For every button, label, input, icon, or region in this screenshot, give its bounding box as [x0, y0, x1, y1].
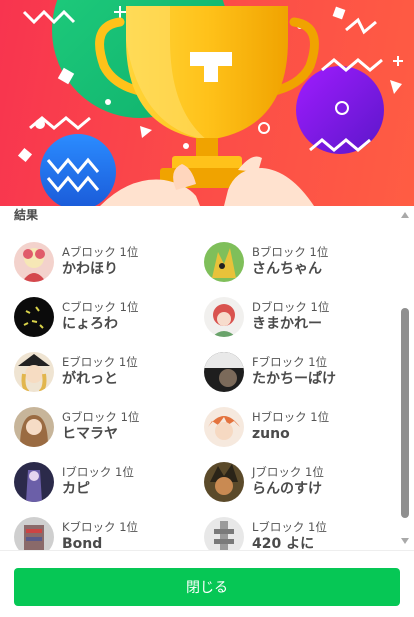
avatar	[14, 351, 54, 392]
trophy-illustration	[17, 0, 403, 206]
results-row: Iブロック 1位 カピ Jブロック 1位 らんのすけ	[14, 454, 394, 509]
results-row: Kブロック 1位 Bond Lブロック 1位 420 よに	[14, 509, 394, 550]
results-scrollbar[interactable]	[400, 206, 410, 550]
avatar	[14, 406, 54, 447]
result-meta: Iブロック 1位 カピ	[62, 465, 134, 499]
player-name: きまかれー	[252, 315, 322, 332]
block-rank: Dブロック 1位	[252, 299, 330, 314]
result-meta: Eブロック 1位 がれっと	[62, 355, 138, 389]
avatar	[204, 296, 244, 337]
block-rank: Bブロック 1位	[252, 244, 329, 259]
close-button[interactable]: 閉じる	[14, 568, 400, 606]
result-card-a[interactable]: Aブロック 1位 かわほり	[14, 234, 204, 289]
results-grid: Aブロック 1位 かわほり Bブロック 1位 さんちゃん Cブロック 1位 にょ…	[14, 234, 394, 550]
result-meta: Gブロック 1位 ヒマラヤ	[62, 410, 139, 444]
block-rank: Eブロック 1位	[62, 354, 138, 369]
player-name: がれっと	[62, 370, 118, 387]
result-card-l[interactable]: Lブロック 1位 420 よに	[204, 509, 394, 550]
block-rank: Lブロック 1位	[252, 519, 327, 534]
dialog-footer: 閉じる	[0, 550, 414, 617]
player-name: らんのすけ	[252, 480, 322, 497]
result-meta: Hブロック 1位 zuno	[252, 410, 329, 444]
block-rank: Gブロック 1位	[62, 409, 140, 424]
player-name: ヒマラヤ	[62, 425, 118, 442]
block-rank: Aブロック 1位	[62, 244, 139, 259]
block-rank: Jブロック 1位	[252, 464, 324, 479]
avatar	[204, 351, 244, 392]
result-card-f[interactable]: Fブロック 1位 たかちーぱけ	[204, 344, 394, 399]
avatar	[204, 516, 244, 550]
block-rank: Kブロック 1位	[62, 519, 139, 534]
result-meta: Dブロック 1位 きまかれー	[252, 300, 329, 334]
player-name: たかちーぱけ	[252, 370, 336, 387]
result-meta: Jブロック 1位 らんのすけ	[252, 465, 324, 499]
results-row: Eブロック 1位 がれっと Fブロック 1位 たかちーぱけ	[14, 344, 394, 399]
result-meta: Bブロック 1位 さんちゃん	[252, 245, 328, 279]
player-name: zuno	[252, 425, 290, 442]
avatar	[204, 461, 244, 502]
scrollbar-thumb[interactable]	[401, 308, 409, 518]
result-meta: Fブロック 1位 たかちーぱけ	[252, 355, 336, 389]
scroll-up-arrow-icon[interactable]	[401, 212, 409, 218]
result-card-b[interactable]: Bブロック 1位 さんちゃん	[204, 234, 394, 289]
block-rank: Fブロック 1位	[252, 354, 328, 369]
results-row: Cブロック 1位 にょろわ Dブロック 1位 きまかれー	[14, 289, 394, 344]
avatar	[14, 241, 54, 282]
result-card-k[interactable]: Kブロック 1位 Bond	[14, 509, 204, 550]
avatar	[14, 516, 54, 550]
result-meta: Kブロック 1位 Bond	[62, 520, 138, 551]
avatar	[14, 461, 54, 502]
result-card-c[interactable]: Cブロック 1位 にょろわ	[14, 289, 204, 344]
result-card-j[interactable]: Jブロック 1位 らんのすけ	[204, 454, 394, 509]
avatar	[204, 241, 244, 282]
block-rank: Hブロック 1位	[252, 409, 330, 424]
result-card-i[interactable]: Iブロック 1位 カピ	[14, 454, 204, 509]
result-meta: Lブロック 1位 420 よに	[252, 520, 327, 551]
player-name: カピ	[62, 480, 90, 497]
result-meta: Aブロック 1位 かわほり	[62, 245, 138, 279]
result-card-h[interactable]: Hブロック 1位 zuno	[204, 399, 394, 454]
result-meta: Cブロック 1位 にょろわ	[62, 300, 139, 334]
avatar	[14, 296, 54, 337]
player-name: かわほり	[62, 260, 118, 277]
block-rank: Iブロック 1位	[62, 464, 134, 479]
result-card-d[interactable]: Dブロック 1位 きまかれー	[204, 289, 394, 344]
result-card-e[interactable]: Eブロック 1位 がれっと	[14, 344, 204, 399]
results-row: Gブロック 1位 ヒマラヤ Hブロック 1位 zuno	[14, 399, 394, 454]
results-heading: 結果	[14, 208, 39, 222]
result-card-g[interactable]: Gブロック 1位 ヒマラヤ	[14, 399, 204, 454]
results-panel: 結果 Aブロック 1位 かわほり Bブロック 1位 さんちゃん Cブロック 1位…	[0, 206, 414, 550]
player-name: にょろわ	[62, 315, 118, 332]
results-row: Aブロック 1位 かわほり Bブロック 1位 さんちゃん	[14, 234, 394, 289]
player-name: Bond	[62, 535, 103, 551]
avatar	[204, 406, 244, 447]
player-name: さんちゃん	[252, 260, 322, 277]
block-rank: Cブロック 1位	[62, 299, 139, 314]
player-name: 420 よに	[252, 535, 315, 551]
hero-banner	[0, 0, 414, 206]
scroll-down-arrow-icon[interactable]	[401, 538, 409, 544]
